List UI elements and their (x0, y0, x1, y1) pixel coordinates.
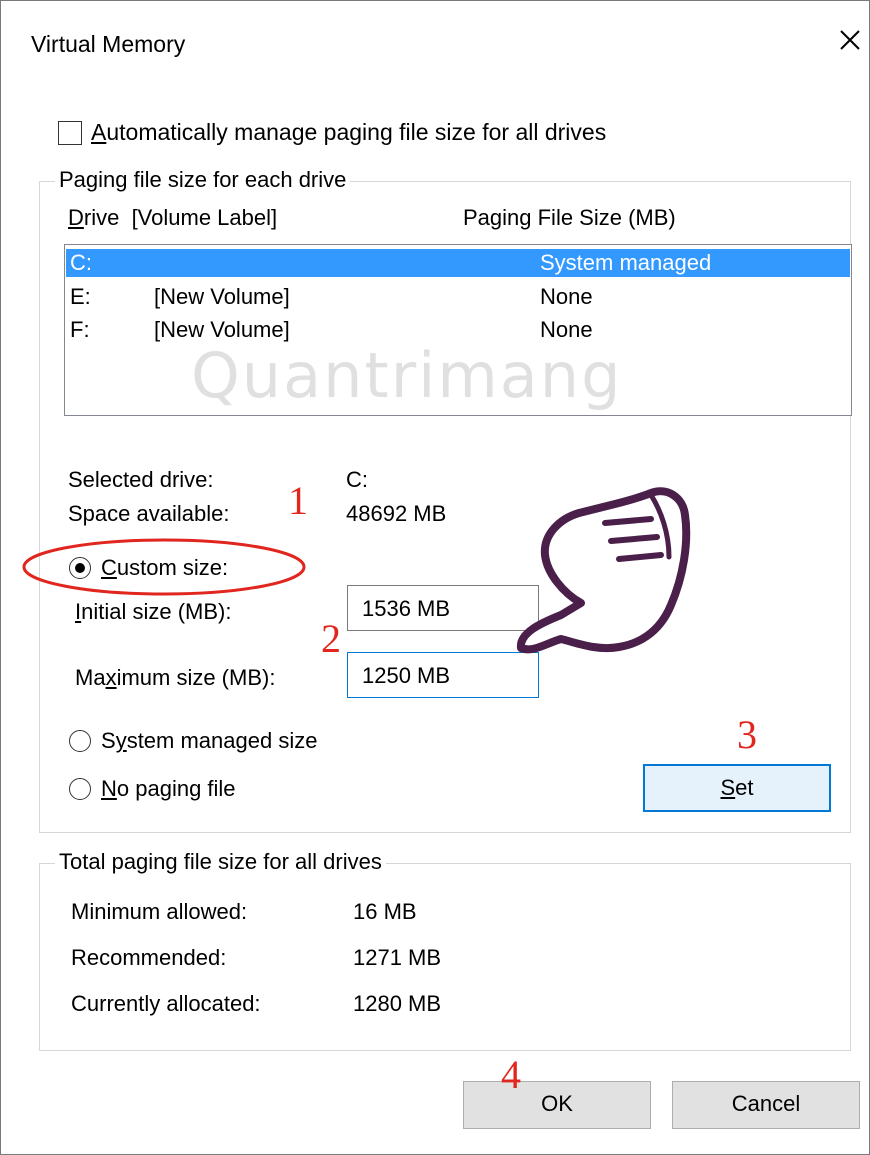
watermark-logo: Quantrimang (191, 339, 623, 412)
recommended-label: Recommended: (71, 945, 227, 970)
drive-size: None (540, 284, 593, 309)
minimum-allowed-label: Minimum allowed: (71, 899, 248, 924)
window-title: Virtual Memory (31, 31, 186, 57)
column-header-drive: Drive [Volume Label] (68, 205, 277, 231)
drive-size: System managed (540, 250, 712, 275)
set-accesskey: S (720, 775, 736, 800)
initial-size-label: Initial size (MB): (75, 599, 231, 625)
annotation-number-3: 3 (737, 712, 757, 757)
auto-manage-checkbox[interactable] (58, 121, 82, 145)
max-accesskey: x (105, 665, 117, 690)
sys-label-text: stem managed size (126, 728, 318, 753)
cancel-button[interactable]: Cancel (672, 1081, 860, 1129)
col-drive-text: rive [Volume Label] (83, 205, 278, 230)
auto-manage-accesskey: A (91, 119, 107, 145)
col-drive-accesskey: D (68, 205, 84, 230)
currently-allocated-label: Currently allocated: (71, 991, 261, 1016)
set-label-text: et (735, 775, 754, 800)
initial-label-text: nitial size (MB): (81, 599, 232, 624)
drive-letter: C: (70, 250, 92, 275)
maximum-size-label: Maximum size (MB): (75, 665, 275, 691)
close-button[interactable] (835, 25, 865, 55)
close-icon (840, 30, 860, 50)
ok-button[interactable]: OK (463, 1081, 651, 1129)
sys-accesskey: y (115, 728, 127, 753)
max-label-pre: Ma (75, 665, 106, 690)
no-paging-label[interactable]: No paging file (101, 776, 236, 802)
set-button[interactable]: Set (643, 764, 831, 812)
drive-row[interactable]: E: [New Volume] None (66, 283, 850, 311)
auto-manage-label[interactable]: Automatically manage paging file size fo… (91, 119, 606, 145)
space-available-label: Space available: (68, 501, 230, 526)
system-managed-label[interactable]: System managed size (101, 728, 317, 754)
column-header-size: Paging File Size (MB) (463, 205, 676, 230)
drive-label: [New Volume] (154, 284, 290, 309)
drive-letter: E: (70, 284, 91, 309)
currently-allocated-value: 1280 MB (353, 991, 442, 1016)
drive-letter: F: (70, 317, 90, 342)
selected-drive-value: C: (346, 467, 368, 492)
selected-drive-label: Selected drive: (68, 467, 214, 492)
nopage-accesskey: N (101, 776, 117, 801)
sys-label-pre: S (101, 728, 116, 753)
auto-manage-label-text: utomatically manage paging file size for… (106, 119, 607, 145)
recommended-value: 1271 MB (353, 945, 442, 970)
system-managed-radio[interactable] (69, 730, 91, 752)
drive-row-selected[interactable]: C: System managed (66, 249, 850, 277)
minimum-allowed-value: 16 MB (353, 899, 417, 924)
no-paging-radio[interactable] (69, 778, 91, 800)
drive-group-legend: Paging file size for each drive (55, 167, 351, 193)
pointing-hand-icon (517, 487, 691, 654)
annotation-ellipse (22, 538, 306, 596)
space-available-value: 48692 MB (346, 501, 447, 526)
nopage-label-text: o paging file (116, 776, 236, 801)
annotation-number-4: 4 (501, 1052, 521, 1097)
annotation-number-1: 1 (288, 478, 308, 523)
virtual-memory-dialog: Virtual Memory Automatically manage pagi… (0, 0, 870, 1155)
total-group-legend: Total paging file size for all drives (55, 849, 386, 875)
max-label-text: imum size (MB): (116, 665, 276, 690)
annotation-number-2: 2 (321, 616, 341, 661)
